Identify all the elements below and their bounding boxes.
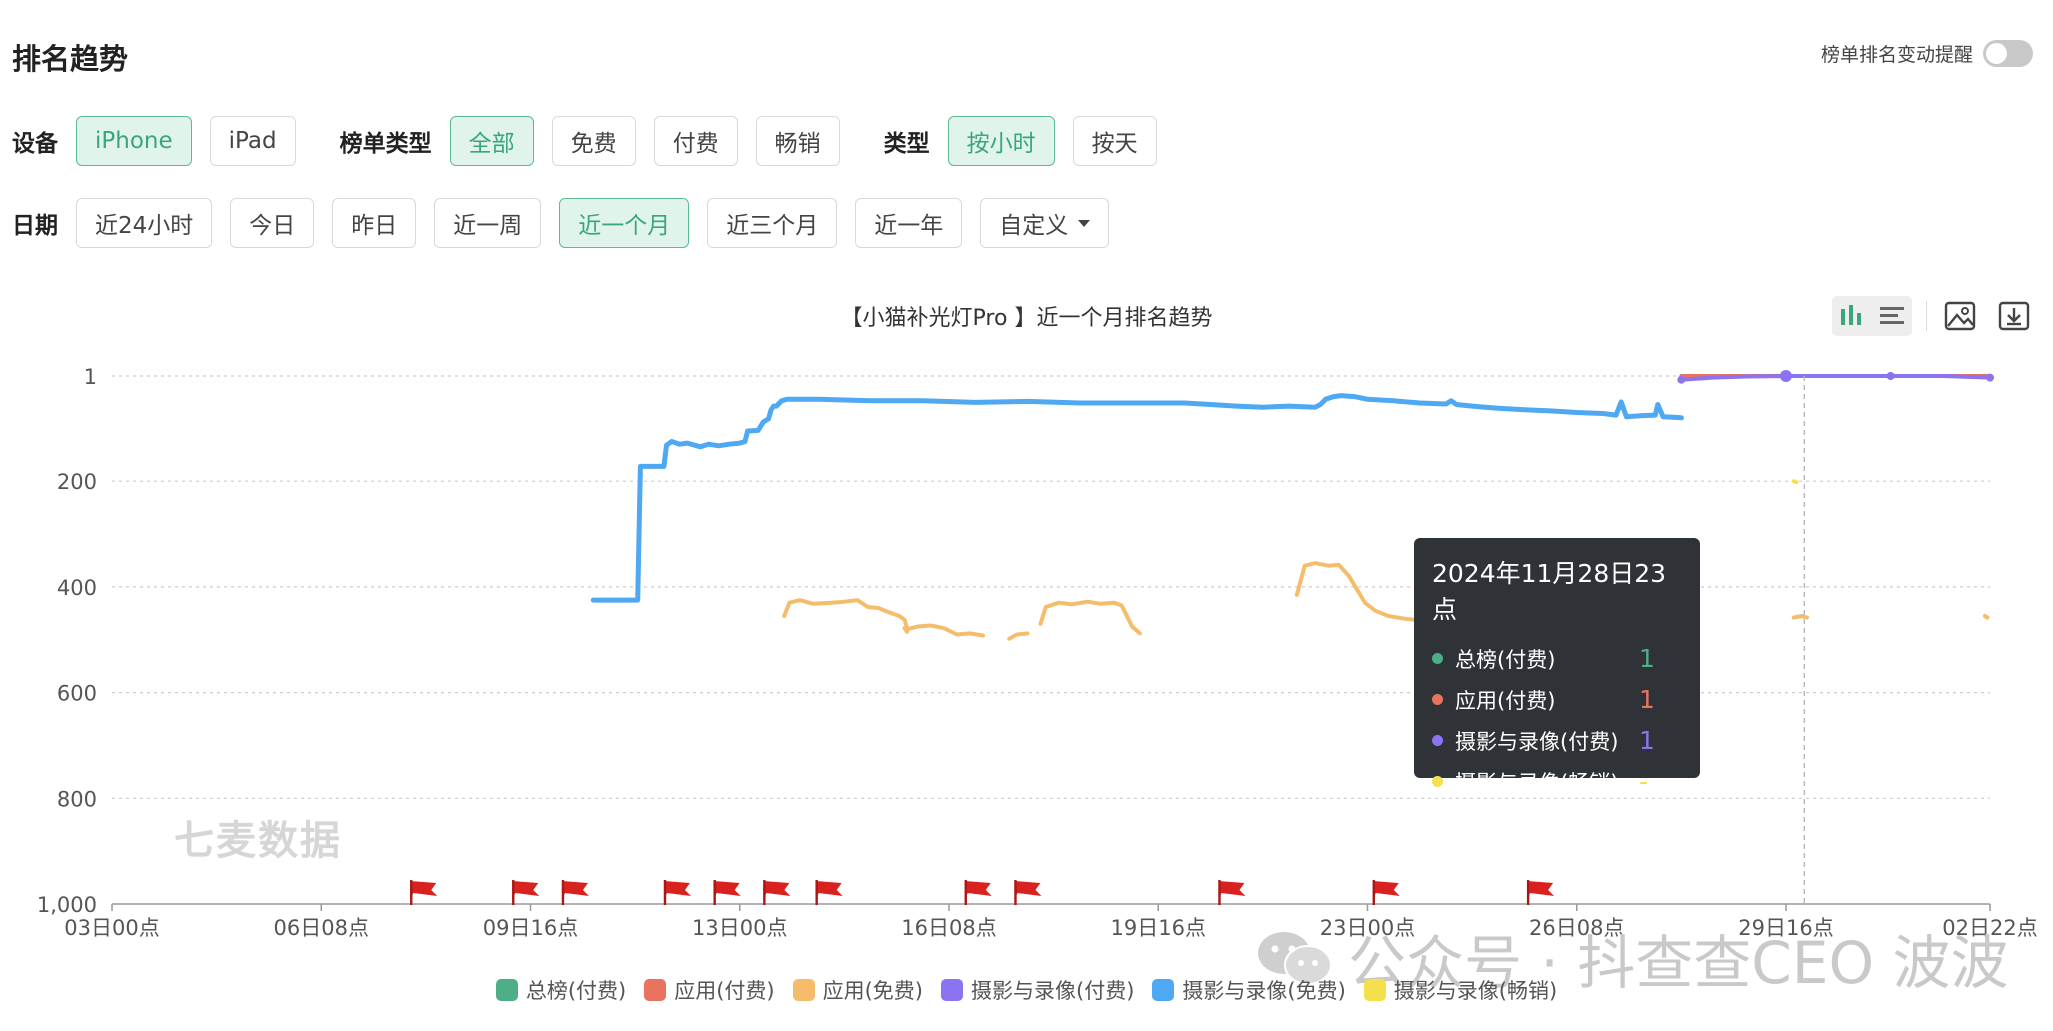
series-line [1791, 479, 1799, 485]
brand-watermark: 七麦数据 [174, 818, 342, 864]
tooltip-series-name: 应用(付费) [1455, 688, 1556, 713]
chart-series [590, 370, 1994, 641]
y-tick-label: 400 [57, 576, 97, 600]
tooltip-series-value: - [1639, 767, 1649, 796]
tooltip-row: 应用(付费) 1 [1432, 679, 1682, 720]
event-flag-icon[interactable] [1014, 880, 1042, 905]
x-tick-label: 03日00点 [64, 916, 159, 940]
legend-swatch [941, 979, 963, 1001]
y-axis-labels: 1 200 400 600 800 1,000 [37, 365, 97, 917]
tooltip-series-name: 摄影与录像(畅销) [1455, 770, 1619, 795]
x-tick-label: 19日16点 [1111, 916, 1206, 940]
chart-grid [112, 375, 1990, 799]
legend-swatch [1152, 979, 1175, 1001]
y-tick-label: 600 [57, 682, 97, 706]
series-line [1294, 561, 1427, 640]
legend-label: 总榜(付费) [525, 979, 627, 1003]
flag-shape [561, 881, 589, 900]
flag-shape [1372, 881, 1400, 900]
y-tick-label: 1 [84, 365, 97, 389]
legend-label: 摄影与录像(免费) [1182, 979, 1346, 1003]
flag-shape [815, 881, 843, 900]
legend-item-photo-paid[interactable]: 摄影与录像(付费) [941, 975, 1134, 1005]
event-flag-icon[interactable] [763, 880, 791, 905]
flag-shape [663, 881, 691, 900]
flag-shape [1218, 881, 1246, 900]
event-flag-icon[interactable] [815, 880, 843, 905]
chart-legend: 总榜(付费) 应用(付费) 应用(免费) 摄影与录像(付费) 摄影与录像(免费)… [0, 975, 2053, 1005]
legend-label: 摄影与录像(畅销) [1393, 979, 1558, 1003]
legend-item-photo-free[interactable]: 摄影与录像(免费) [1152, 975, 1346, 1005]
y-tick-label: 1,000 [37, 893, 97, 917]
legend-label: 应用(付费) [674, 979, 775, 1003]
tooltip-series-name: 摄影与录像(付费) [1455, 729, 1619, 754]
legend-label: 应用(免费) [822, 979, 923, 1003]
data-point [1779, 370, 1792, 382]
tooltip-row: 摄影与录像(畅销) - [1432, 761, 1682, 802]
x-tick-label: 06日08点 [274, 916, 369, 940]
x-tick-label: 09日16点 [483, 916, 578, 940]
event-flag-icon[interactable] [964, 880, 992, 905]
flag-shape [1014, 881, 1042, 900]
flag-shape [512, 881, 540, 900]
tooltip-series-name: 总榜(付费) [1455, 647, 1556, 672]
legend-swatch [495, 979, 518, 1001]
rank-trend-chart: 1 200 400 600 800 1,000 03日00点 06日08点 09日16点 13日… [37, 365, 2038, 940]
legend-swatch [1363, 979, 1386, 1001]
event-flag-icon[interactable] [512, 880, 540, 905]
legend-item-photo-grossing[interactable]: 摄影与录像(畅销) [1363, 975, 1558, 1005]
event-flag-icon[interactable] [663, 880, 691, 905]
x-tick-label: 13日00点 [692, 916, 787, 940]
event-flag-icon[interactable] [561, 880, 589, 905]
event-flag-icon[interactable] [713, 880, 741, 905]
flag-shape [410, 881, 438, 900]
data-point [1986, 373, 1994, 382]
flag-shape [713, 881, 741, 900]
event-flag-icon[interactable] [1526, 880, 1555, 905]
legend-item-app-free[interactable]: 应用(免费) [792, 975, 923, 1005]
event-flags [410, 880, 1555, 905]
event-flag-icon[interactable] [410, 880, 438, 905]
tooltip-series-value: 1 [1639, 685, 1655, 714]
legend-item-total-paid[interactable]: 总榜(付费) [495, 975, 627, 1005]
series-line [782, 598, 910, 631]
legend-swatch [792, 979, 815, 1001]
tooltip-dot [1432, 653, 1443, 664]
tooltip-dot [1432, 735, 1443, 746]
data-point [1886, 372, 1895, 380]
tooltip-dot [1432, 776, 1443, 787]
flag-shape [763, 881, 791, 900]
series-line [1679, 374, 1992, 382]
legend-swatch [644, 979, 667, 1001]
event-flag-icon[interactable] [1218, 880, 1246, 905]
data-point [1677, 375, 1686, 384]
x-tick-label: 16日08点 [901, 916, 996, 940]
tooltip-series-value: 1 [1639, 644, 1655, 673]
legend-item-app-paid[interactable]: 应用(付费) [644, 975, 775, 1005]
tooltip-header: 2024年11月28日23点 [1432, 559, 1667, 624]
chart-tooltip: 2024年11月28日23点 总榜(付费) 1 应用(付费) 1 摄影与录像(付费)… [1414, 538, 1700, 796]
flag-shape [964, 881, 992, 900]
y-tick-label: 200 [57, 470, 97, 494]
tooltip-dot [1432, 694, 1443, 705]
legend-label: 摄影与录像(付费) [971, 979, 1135, 1003]
event-flag-icon[interactable] [1372, 880, 1400, 905]
tooltip-row: 摄影与录像(付费) 1 [1432, 720, 1682, 761]
y-tick-label: 800 [57, 787, 97, 811]
tooltip-row: 总榜(付费) 1 [1432, 638, 1682, 679]
tooltip-series-value: 1 [1639, 726, 1655, 755]
series-line [1791, 614, 1809, 620]
series-line [1007, 631, 1030, 641]
series-line [905, 623, 985, 638]
series-line [1038, 599, 1142, 636]
flag-shape [1527, 881, 1555, 900]
series-line [1982, 614, 1990, 620]
